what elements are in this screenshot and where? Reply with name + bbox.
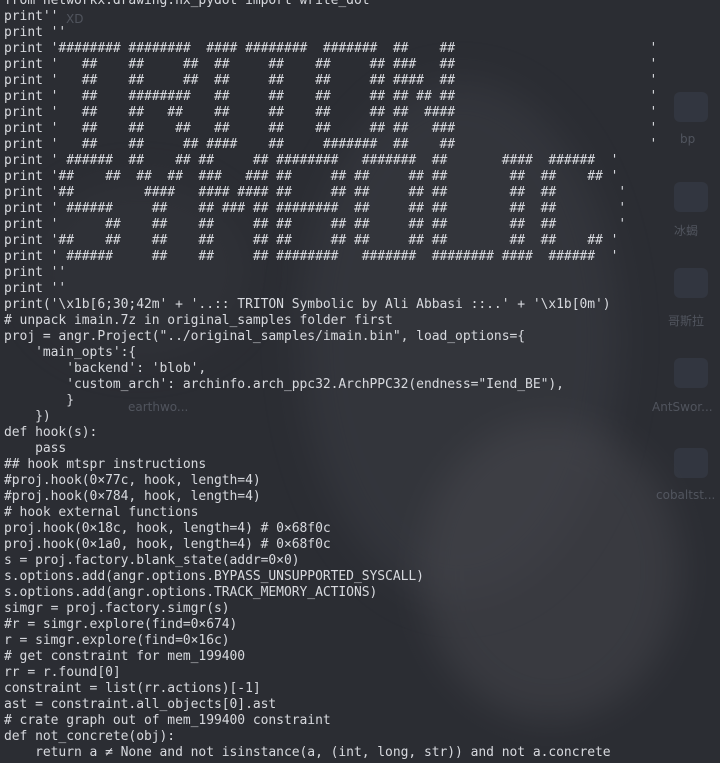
code-line: proj.hook(0×1a0, hook, length=4) # 0×68f… (4, 537, 331, 552)
code-line: #proj.hook(0×784, hook, length=4) (4, 489, 261, 504)
code-line: print '######## ######## #### ######## #… (4, 41, 658, 56)
code-line: print ' ## ## ## ## ## ## ## ### ## ' (4, 57, 658, 72)
code-line: print('\x1b[6;30;42m' + '..:: TRITON Sym… (4, 297, 611, 312)
code-line: simgr = proj.factory.simgr(s) (4, 601, 230, 616)
code-line: 'custom_arch': archinfo.arch_ppc32.ArchP… (4, 377, 564, 392)
code-line: s.options.add(angr.options.BYPASS_UNSUPP… (4, 569, 424, 584)
code-line: print ' ###### ## ## ### ## ######## ## … (4, 201, 627, 216)
code-line: print ' ## ## ## ## ## ## ## ## ## ## ##… (4, 217, 627, 232)
code-line: print '## ## ## ## ### ### ## ## ## ## #… (4, 169, 619, 184)
code-line: print ' ###### ## ## ## ## ######## ####… (4, 153, 619, 168)
code-line: #r = simgr.explore(find=0×674) (4, 617, 238, 632)
code-line: print ' ## ######## ## ## ## ## ## ## ##… (4, 89, 658, 104)
code-line: }) (4, 409, 51, 424)
code-line: print '' (4, 25, 67, 40)
code-line: } (4, 393, 74, 408)
code-line: print ' ## ## ## ## ## ## ## #### ## ' (4, 73, 658, 88)
code-line: # get constraint for mem_199400 (4, 649, 246, 664)
code-line: from networkx.drawing.nx_pydot import wr… (4, 0, 370, 8)
code-line: return a ≠ None and not isinstance(a, (i… (4, 745, 611, 760)
code-line: # unpack imain.7z in original_samples fo… (4, 313, 393, 328)
code-line: # hook external functions (4, 505, 199, 520)
code-line: ast = constraint.all_objects[0].ast (4, 697, 277, 712)
code-line: 'backend': 'blob', (4, 361, 207, 376)
code-line: s = proj.factory.blank_state(addr=0×0) (4, 553, 300, 568)
code-line: print'' (4, 9, 59, 24)
code-line: print '' (4, 281, 67, 296)
code-line: print ' ## ## ## #### ## ####### ## ## ' (4, 137, 658, 152)
code-line: print ' ###### ## ## ## ######## #######… (4, 249, 619, 264)
code-line: print '## ## ## ## ## ## ## ## ## ## ## … (4, 233, 619, 248)
code-line: constraint = list(rr.actions)[-1] (4, 681, 261, 696)
code-line: def not_concrete(obj): (4, 729, 176, 744)
code-line: # crate graph out of mem_199400 constrai… (4, 713, 331, 728)
code-line: proj.hook(0×18c, hook, length=4) # 0×68f… (4, 521, 331, 536)
code-line: print '## #### #### #### ## ## ## ## ## … (4, 185, 627, 200)
code-line: rr = r.found[0] (4, 665, 121, 680)
code-line: print ' ## ## ## ## ## ## ## ## ### ' (4, 121, 658, 136)
code-line: print ' ## ## ## ## ## ## ## ## #### ' (4, 105, 658, 120)
code-line: r = simgr.explore(find=0×16c) (4, 633, 230, 648)
code-line: print '' (4, 265, 67, 280)
code-line: proj = angr.Project("../original_samples… (4, 329, 526, 344)
code-line: s.options.add(angr.options.TRACK_MEMORY_… (4, 585, 378, 600)
code-line: 'main_opts':{ (4, 345, 137, 360)
terminal-output[interactable]: from networkx.drawing.nx_pydot import wr… (0, 0, 720, 763)
code-line: ## hook mtspr instructions (4, 457, 207, 472)
code-line: def hook(s): (4, 425, 98, 440)
code-line: #proj.hook(0×77c, hook, length=4) (4, 473, 261, 488)
code-line: pass (4, 441, 67, 456)
